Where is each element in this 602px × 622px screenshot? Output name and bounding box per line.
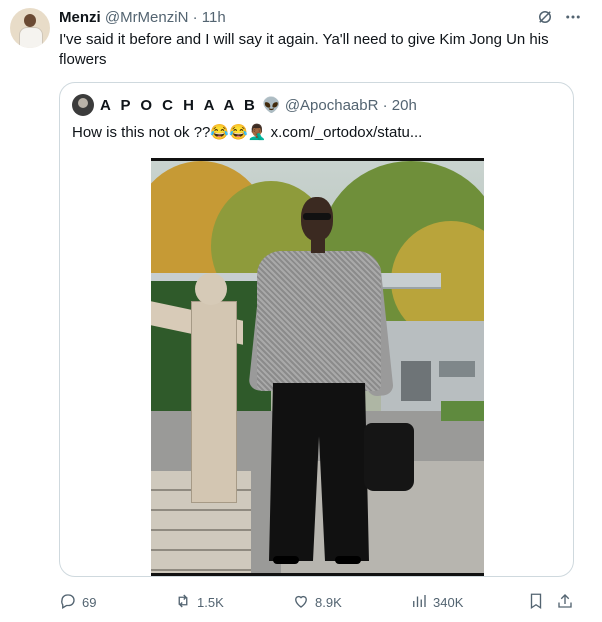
- grok-icon[interactable]: [536, 8, 554, 31]
- photo-grass: [441, 401, 484, 421]
- quoted-tweet-time[interactable]: 20h: [392, 97, 417, 114]
- views-count: 340K: [433, 595, 464, 610]
- quoted-separator: ·: [382, 97, 388, 114]
- avatar-figure-body: [19, 27, 43, 48]
- tweet-header: Menzi @MrMenziN · 11h: [59, 9, 226, 26]
- quoted-author-emoji: 👽: [261, 97, 281, 114]
- like-count: 8.9K: [315, 595, 342, 610]
- tweet-action-bar: 69 1.5K 8.9K 340K: [59, 592, 579, 612]
- quoted-tweet-card[interactable]: A P O C H A A B 👽 @ApochaabR · 20h How i…: [59, 82, 574, 577]
- like-button[interactable]: 8.9K: [292, 592, 342, 613]
- header-separator: ·: [192, 9, 198, 26]
- photo-person-shoe-right: [335, 556, 361, 564]
- quoted-tweet-photo[interactable]: [151, 158, 484, 576]
- author-name[interactable]: Menzi: [59, 9, 101, 26]
- share-button[interactable]: [556, 592, 574, 613]
- quoted-tweet-header: A P O C H A A B 👽 @ApochaabR · 20h: [100, 96, 417, 114]
- avatar-figure-head: [24, 14, 36, 27]
- photo-person-shoe-left: [273, 556, 299, 564]
- quoted-tweet-text: How is this not ok ??😂😂🤦🏾‍♂️ x.com/_orto…: [72, 124, 423, 141]
- photo-building-door: [401, 361, 431, 401]
- photo-person-sunglasses: [303, 213, 331, 220]
- tweet-text: I've said it before and I will say it ag…: [59, 31, 549, 68]
- bookmark-icon: [527, 592, 545, 613]
- photo-building-window: [439, 361, 475, 377]
- reply-count: 69: [82, 595, 97, 610]
- author-avatar[interactable]: [10, 8, 50, 48]
- bookmark-button[interactable]: [527, 592, 545, 613]
- more-horizontal-icon[interactable]: [564, 8, 582, 31]
- repost-button[interactable]: 1.5K: [174, 592, 224, 613]
- quoted-author-avatar[interactable]: [72, 94, 94, 116]
- like-icon: [292, 592, 310, 613]
- quoted-author-handle[interactable]: @ApochaabR: [285, 97, 379, 114]
- photo-pillar-ball: [195, 273, 227, 305]
- repost-icon: [174, 592, 192, 613]
- photo-person-jacket: [257, 251, 381, 391]
- reply-button[interactable]: 69: [59, 592, 96, 613]
- reply-icon: [59, 592, 77, 613]
- views-icon: [410, 592, 428, 613]
- repost-count: 1.5K: [197, 595, 224, 610]
- share-icon: [556, 592, 574, 613]
- tweet-top-actions: [536, 8, 582, 31]
- author-handle[interactable]: @MrMenziN: [105, 9, 189, 26]
- quoted-author-name[interactable]: A P O C H A A B: [100, 97, 258, 114]
- photo-pillar: [191, 301, 237, 503]
- photo-building: [381, 321, 484, 411]
- tweet-time[interactable]: 11h: [202, 9, 226, 26]
- photo-person-bag: [364, 423, 414, 491]
- views-button[interactable]: 340K: [410, 592, 463, 613]
